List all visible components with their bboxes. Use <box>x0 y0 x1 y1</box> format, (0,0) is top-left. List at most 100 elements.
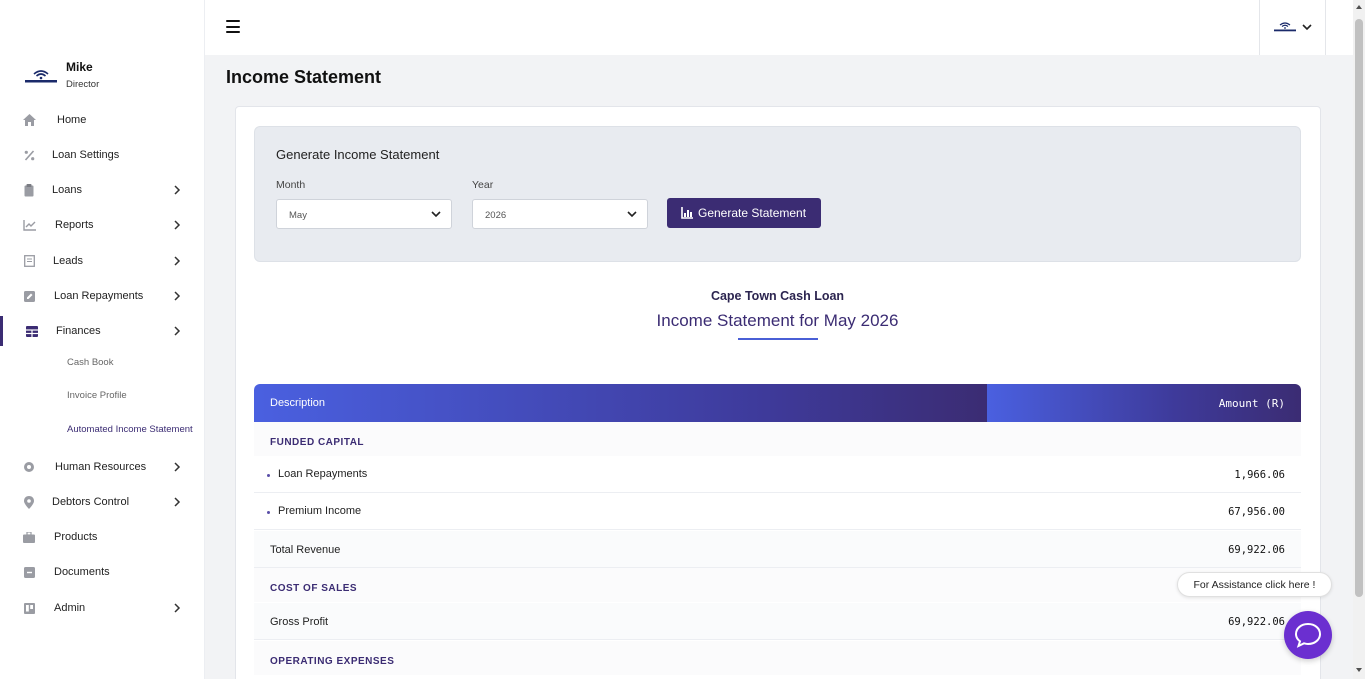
sidebar-item-label: Home <box>57 114 87 126</box>
sidebar-item-label: Debtors Control <box>52 496 130 508</box>
table-row: Loan Repayments 1,966.06 <box>254 456 1301 493</box>
generate-statement-button-label: Generate Statement <box>698 206 807 220</box>
user-menu-button[interactable] <box>1259 0 1326 55</box>
scroll-up-icon[interactable] <box>1356 5 1362 9</box>
section-label: COST OF SALES <box>270 583 358 594</box>
sidebar-item-finances[interactable]: Finances <box>0 316 204 346</box>
menu-icon[interactable] <box>226 20 240 33</box>
sidebar-item-products[interactable]: Products <box>0 522 204 552</box>
company-logo-icon <box>1274 22 1296 32</box>
sidebar-item-leads[interactable]: Leads <box>0 246 204 276</box>
chart-line-icon <box>22 218 36 232</box>
sidebar-item-loans[interactable]: Loans <box>0 175 204 205</box>
chat-button[interactable] <box>1284 611 1332 659</box>
row-description: Gross Profit <box>270 616 329 628</box>
section-header-funded-capital: FUNDED CAPITAL <box>254 422 1301 456</box>
user-name: Mike <box>66 60 93 74</box>
chevron-right-icon <box>174 603 181 613</box>
sidebar-item-label: Finances <box>56 325 101 337</box>
scroll-down-icon[interactable] <box>1356 668 1362 672</box>
section-label: FUNDED CAPITAL <box>270 437 365 448</box>
sidebar-item-label: Loan Repayments <box>54 290 144 302</box>
month-select[interactable]: May <box>276 199 452 229</box>
table-icon <box>25 324 39 338</box>
sidebar-item-label: Leads <box>53 255 83 267</box>
table-row: Premium Income 67,956.00 <box>254 493 1301 530</box>
sidebar-item-admin[interactable]: Admin <box>0 593 204 623</box>
sidebar-item-label: Admin <box>54 602 86 614</box>
sidebar-item-human-resources[interactable]: Human Resources <box>0 452 204 482</box>
table-row-gross-profit: Gross Profit 69,922.06 <box>254 603 1301 640</box>
sidebar-subitem-invoice-profile[interactable]: Invoice Profile <box>67 390 127 401</box>
sidebar-item-documents[interactable]: Documents <box>0 557 204 587</box>
assistance-tooltip[interactable]: For Assistance click here ! <box>1177 572 1332 597</box>
generate-statement-button[interactable]: Generate Statement <box>667 198 821 228</box>
bullet-icon <box>267 474 270 477</box>
sidebar-item-label: Reports <box>55 219 94 231</box>
chevron-down-icon <box>1302 24 1312 31</box>
user-role: Director <box>66 79 100 90</box>
circle-icon <box>22 460 36 474</box>
chevron-right-icon <box>174 256 181 266</box>
page-scrollbar[interactable] <box>1353 0 1365 679</box>
file-icon <box>22 254 36 268</box>
chevron-right-icon <box>174 291 181 301</box>
statement-table-header: Description Amount (R) <box>254 384 1301 422</box>
chevron-right-icon <box>174 220 181 230</box>
sidebar-item-reports[interactable]: Reports <box>0 210 204 240</box>
year-select-value: 2026 <box>485 210 507 221</box>
year-select[interactable]: 2026 <box>472 199 648 229</box>
company-logo-icon <box>25 70 57 83</box>
table-row-total-revenue: Total Revenue 69,922.06 <box>254 531 1301 568</box>
row-amount: 1,966.06 <box>1234 469 1285 481</box>
section-header-operating-expenses: OPERATING EXPENSES <box>254 641 1301 675</box>
chart-bar-icon <box>681 207 693 219</box>
sidebar-subitem-automated-income-statement[interactable]: Automated Income Statement <box>67 424 193 435</box>
sidebar-item-debtors-control[interactable]: Debtors Control <box>0 487 204 517</box>
trello-icon <box>22 601 36 615</box>
month-label: Month <box>276 179 306 191</box>
sidebar-item-label: Loan Settings <box>52 149 120 161</box>
row-description: Loan Repayments <box>278 468 368 480</box>
chevron-right-icon <box>174 497 181 507</box>
row-description: Total Revenue <box>270 544 341 556</box>
generate-statement-panel: Generate Income Statement Month May Year… <box>254 126 1301 262</box>
chevron-down-icon <box>431 211 441 218</box>
statement-title: Income Statement for May 2026 <box>656 311 899 330</box>
sidebar-item-label: Documents <box>54 566 110 578</box>
edit-icon <box>22 289 36 303</box>
generate-panel-title: Generate Income Statement <box>276 147 440 162</box>
column-header-amount: Amount (R) <box>987 384 1301 422</box>
company-name: Cape Town Cash Loan <box>710 289 845 303</box>
section-header-cost-of-sales: COST OF SALES <box>254 568 1301 602</box>
bullet-icon <box>267 511 270 514</box>
sidebar: Mike Director Home Loan Settings Loans R… <box>0 0 205 679</box>
title-underline <box>738 338 818 340</box>
chevron-right-icon <box>174 185 181 195</box>
sidebar-item-label: Loans <box>52 184 82 196</box>
clipboard-icon <box>22 183 36 197</box>
sidebar-item-label: Products <box>54 531 98 543</box>
percent-icon <box>22 148 36 162</box>
chat-bubble-icon <box>1294 622 1322 648</box>
chevron-right-icon <box>174 326 181 336</box>
minus-square-icon <box>22 565 36 579</box>
sidebar-item-home[interactable]: Home <box>0 105 204 135</box>
scrollbar-thumb[interactable] <box>1355 19 1363 597</box>
sidebar-item-loan-settings[interactable]: Loan Settings <box>0 140 204 170</box>
chevron-down-icon <box>627 211 637 218</box>
row-amount: 69,922.06 <box>1228 616 1285 628</box>
column-header-description: Description <box>254 384 987 422</box>
home-icon <box>22 113 36 127</box>
row-description: Premium Income <box>278 505 362 517</box>
user-profile[interactable]: Mike Director <box>24 60 204 92</box>
month-select-value: May <box>289 210 307 221</box>
chevron-right-icon <box>174 462 181 472</box>
top-bar <box>205 0 1353 55</box>
briefcase-icon <box>22 530 36 544</box>
year-label: Year <box>472 179 494 191</box>
map-pin-icon <box>22 495 36 509</box>
sidebar-subitem-cash-book[interactable]: Cash Book <box>67 357 113 368</box>
sidebar-item-loan-repayments[interactable]: Loan Repayments <box>0 281 204 311</box>
sidebar-item-label: Human Resources <box>55 461 147 473</box>
